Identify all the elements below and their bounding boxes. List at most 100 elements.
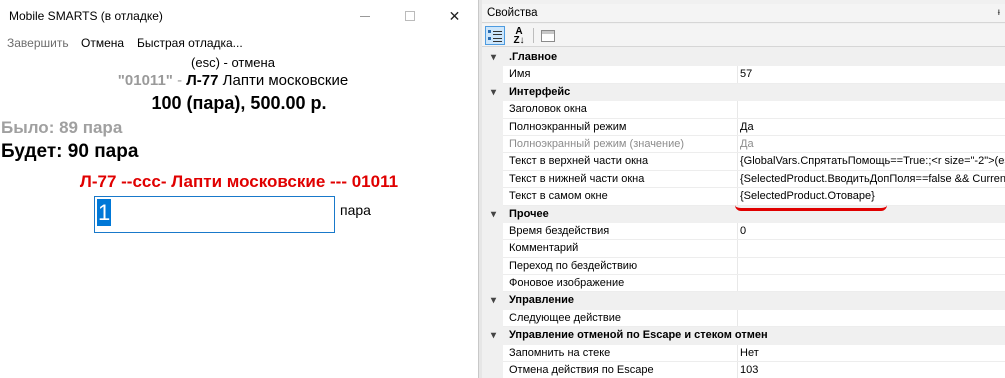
property-name: Переход по бездействию — [509, 259, 638, 272]
property-row[interactable]: Время бездействия 0 — [482, 222, 1005, 241]
properties-toolbar: A Z↓ — [482, 24, 1005, 47]
property-row[interactable]: Следующее действие — [482, 309, 1005, 328]
property-name: Комментарий — [509, 242, 579, 255]
column-separator[interactable] — [737, 240, 738, 258]
row-gutter — [482, 309, 503, 328]
property-row[interactable]: Фоновое изображение — [482, 275, 1005, 293]
row-gutter — [482, 275, 503, 293]
collapse-toggle-icon[interactable]: ▾ — [491, 292, 496, 309]
column-separator[interactable] — [737, 275, 738, 293]
property-row[interactable]: Запомнить на стеке Нет — [482, 344, 1005, 363]
property-row[interactable]: Переход по бездействию — [482, 257, 1005, 276]
property-pages-icon — [541, 29, 555, 42]
column-separator[interactable] — [737, 309, 738, 328]
property-value[interactable]: {SelectedProduct.ВводитьДопПоля==false &… — [740, 171, 1005, 188]
property-row[interactable]: Имя 57 — [482, 66, 1005, 85]
column-separator[interactable] — [737, 362, 738, 378]
categorized-view-button[interactable] — [485, 26, 505, 45]
collapse-toggle-icon[interactable]: ▾ — [491, 206, 496, 223]
property-value[interactable]: Нет — [740, 345, 1005, 362]
row-gutter — [482, 188, 503, 206]
minimize-button[interactable] — [342, 0, 387, 32]
column-separator[interactable] — [737, 118, 738, 136]
column-separator[interactable] — [737, 66, 738, 84]
properties-panel: Свойства ᵼ A Z↓ ▾ .Главное Имя 57 ▾ Интерфейс… — [482, 0, 1005, 378]
property-value[interactable]: 103 — [740, 362, 1005, 378]
column-separator[interactable] — [737, 170, 738, 189]
property-value: Да — [740, 137, 754, 150]
column-separator[interactable] — [737, 222, 738, 241]
product-code: "01011" — [117, 72, 173, 89]
quantity-input-value: 1 — [97, 199, 112, 226]
window-title: Mobile SMARTS (в отладке) — [9, 9, 163, 23]
column-separator[interactable] — [737, 344, 738, 363]
category-label: .Главное — [509, 51, 558, 63]
collapse-toggle-icon[interactable]: ▾ — [491, 49, 496, 66]
code-separator: - — [172, 72, 187, 89]
unit-label: пара — [340, 202, 371, 218]
esc-hint: (esc) - отмена — [191, 55, 275, 70]
pin-icon[interactable]: ᵼ — [998, 7, 1000, 18]
property-category[interactable]: ▾ .Главное — [482, 49, 1005, 67]
column-separator[interactable] — [737, 135, 738, 154]
column-separator[interactable] — [737, 153, 738, 171]
property-value[interactable]: {GlobalVars.СпрятатьПомощь==True:;<r siz… — [740, 153, 1005, 170]
property-category[interactable]: ▾ Интерфейс — [482, 83, 1005, 102]
property-row[interactable]: Полноэкранный режим Да — [482, 118, 1005, 137]
maximize-button[interactable] — [387, 0, 432, 32]
row-gutter — [482, 257, 503, 276]
product-name: Лапти московские — [218, 72, 349, 89]
row-gutter — [482, 170, 503, 189]
maximize-icon — [404, 11, 415, 21]
row-gutter — [482, 101, 503, 119]
toolbar-separator — [533, 28, 534, 43]
column-separator[interactable] — [737, 101, 738, 119]
row-gutter — [482, 153, 503, 171]
product-article: Л-77 — [186, 72, 219, 89]
row-gutter — [482, 222, 503, 241]
row-gutter — [482, 66, 503, 84]
property-row[interactable]: Отмена действия по Escape 103 — [482, 362, 1005, 378]
property-row[interactable]: Полноэкранный режим (значение) Да — [482, 135, 1005, 154]
product-summary-red: Л-77 --ссс- Лапти московские --- 01011 — [79, 172, 399, 191]
property-row[interactable]: Текст в самом окне {SelectedProduct.Отова… — [482, 188, 1005, 206]
property-pages-button[interactable] — [538, 26, 558, 45]
property-row[interactable]: Текст в верхней части окна {GlobalVars.Сп… — [482, 153, 1005, 172]
collapse-toggle-icon[interactable]: ▾ — [491, 327, 496, 344]
row-gutter — [482, 362, 503, 378]
property-name: Текст в самом окне — [509, 190, 608, 203]
category-label: Управление — [509, 294, 575, 307]
alphabetical-sort-button[interactable]: A Z↓ — [509, 26, 529, 45]
close-icon: ✕ — [448, 7, 461, 24]
property-row[interactable]: Комментарий — [482, 240, 1005, 259]
collapse-toggle-icon[interactable]: ▾ — [491, 84, 496, 101]
menu-cancel[interactable]: Отмена — [81, 36, 124, 50]
categorized-view-icon — [488, 29, 502, 42]
property-row[interactable]: Текст в нижней части окна {SelectedProduc… — [482, 170, 1005, 189]
category-label: Прочее — [509, 207, 549, 220]
title-bar[interactable]: Mobile SMARTS (в отладке) ✕ — [0, 0, 478, 32]
column-separator[interactable] — [737, 257, 738, 276]
property-name: Текст в нижней части окна — [509, 172, 645, 185]
property-value[interactable]: Да — [740, 119, 1005, 136]
mobile-smarts-window: Mobile SMARTS (в отладке) ✕ Завершить От… — [0, 0, 478, 378]
menu-finish[interactable]: Завершить — [7, 36, 69, 50]
property-name: Имя — [509, 68, 531, 81]
menu-quick-debug[interactable]: Быстрая отладка... — [137, 36, 243, 50]
property-name: Фоновое изображение — [509, 277, 625, 290]
property-category[interactable]: ▾ Управление отменой по Escape и стеком о… — [482, 327, 1005, 345]
properties-title: Свойства — [487, 7, 538, 19]
property-value[interactable]: 0 — [740, 223, 1005, 240]
screen-content: (esc) - отмена "01011" - Л-77 Лапти моск… — [0, 52, 478, 378]
column-separator[interactable] — [737, 188, 738, 206]
property-row[interactable]: Заголовок окна — [482, 101, 1005, 119]
close-button[interactable]: ✕ — [432, 0, 477, 32]
red-underline-annotation — [735, 205, 887, 211]
property-value[interactable]: 57 — [740, 66, 1005, 83]
quantity-input[interactable]: 1 — [94, 196, 335, 233]
menu-bar: Завершить Отмена Быстрая отладка... — [0, 34, 478, 52]
property-category[interactable]: ▾ Управление — [482, 292, 1005, 310]
property-grid: ▾ .Главное Имя 57 ▾ Интерфейс Заголовок окна По… — [482, 49, 1005, 378]
property-value[interactable]: {SelectedProduct.Отоваре} — [740, 188, 1005, 205]
property-name: Запомнить на стеке — [509, 346, 611, 359]
